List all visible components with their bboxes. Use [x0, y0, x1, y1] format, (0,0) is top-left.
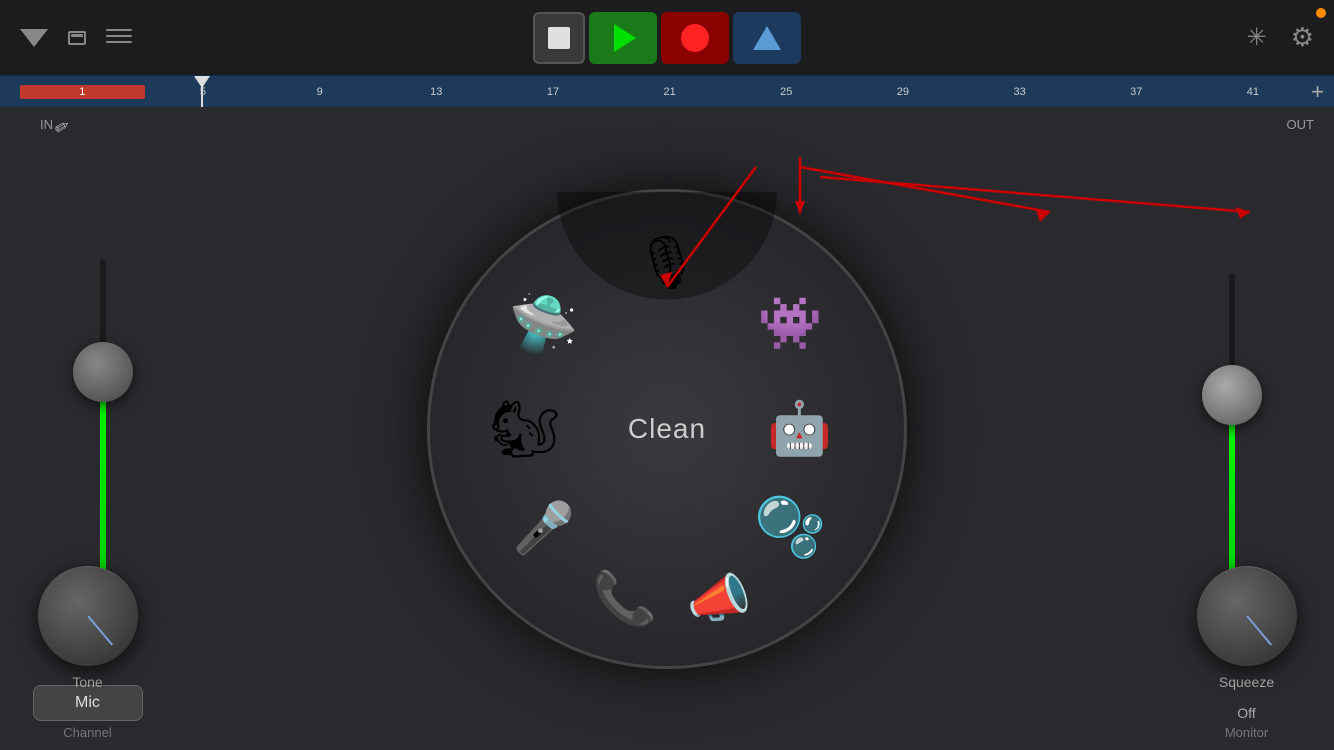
- stop-button[interactable]: [533, 12, 585, 64]
- toolbar: ✳ ⚙: [0, 0, 1334, 75]
- playhead[interactable]: [201, 76, 203, 107]
- timeline-marker-25: 25: [728, 86, 845, 98]
- squeeze-knob-indicator: [1246, 615, 1272, 645]
- tone-knob[interactable]: [38, 566, 138, 666]
- voice-monster[interactable]: 👾: [758, 298, 823, 350]
- monitor-label: Monitor: [1225, 725, 1268, 740]
- metronome-icon: [753, 26, 781, 50]
- left-panel: IN ✏ Tone Mic Channel: [0, 107, 175, 750]
- tone-knob-indicator: [87, 615, 113, 645]
- timeline-marker-29: 29: [845, 86, 962, 98]
- off-label: Off: [1237, 705, 1255, 721]
- voice-squirrel[interactable]: 🐿: [489, 401, 560, 457]
- out-fader-knob[interactable]: [1202, 365, 1262, 425]
- in-label: IN: [40, 117, 53, 132]
- timeline-marker-1: 1: [20, 85, 145, 99]
- voice-bubble[interactable]: 🫧: [754, 499, 826, 557]
- center-panel: Clean 🎙 🛸 👾 🐿 🤖 🎤 🫧 📞 📣: [175, 107, 1159, 750]
- add-track-button[interactable]: +: [1311, 79, 1324, 105]
- timeline-marker-17: 17: [495, 86, 612, 98]
- voice-microphone[interactable]: 🎙: [634, 237, 700, 289]
- toolbar-center: [533, 12, 801, 64]
- track-icon[interactable]: [68, 25, 86, 51]
- play-button[interactable]: [589, 12, 657, 64]
- gear-icon[interactable]: ⚙: [1291, 22, 1314, 53]
- timeline-marker-33: 33: [961, 86, 1078, 98]
- playhead-arrow: [194, 76, 210, 88]
- timeline: 1 5 9 13 17 21 25 29 33 37 41 +: [0, 75, 1334, 107]
- mic-button[interactable]: Mic: [33, 685, 143, 721]
- in-fader-knob[interactable]: [73, 342, 133, 402]
- timeline-bar[interactable]: 1 5 9 13 17 21 25 29 33 37 41: [20, 76, 1311, 107]
- timeline-numbers: 1 5 9 13 17 21 25 29 33 37 41: [20, 76, 1311, 107]
- voice-wheel-container: Clean 🎙 🛸 👾 🐿 🤖 🎤 🫧 📞 📣: [427, 189, 907, 669]
- timeline-marker-13: 13: [378, 86, 495, 98]
- timeline-marker-9: 9: [261, 86, 378, 98]
- toolbar-left: [20, 25, 132, 51]
- voice-telephone[interactable]: 📞: [592, 573, 657, 625]
- pen-icon[interactable]: ✏: [51, 115, 75, 141]
- squeeze-knob[interactable]: [1197, 566, 1297, 666]
- toolbar-right: ✳ ⚙: [1247, 22, 1314, 53]
- timeline-marker-21: 21: [611, 86, 728, 98]
- voice-ufo[interactable]: 🛸: [509, 296, 579, 352]
- clean-label: Clean: [628, 413, 706, 445]
- dial-icon[interactable]: ✳: [1247, 23, 1267, 52]
- stop-icon: [548, 27, 570, 49]
- channel-label: Channel: [63, 725, 111, 740]
- timeline-marker-41: 41: [1195, 86, 1312, 98]
- list-icon[interactable]: [106, 26, 132, 49]
- voice-wheel[interactable]: Clean 🎙 🛸 👾 🐿 🤖 🎤 🫧 📞 📣: [427, 189, 907, 669]
- metronome-button[interactable]: [733, 12, 801, 64]
- bottom-controls-left: Tone Mic Channel: [0, 685, 175, 750]
- main-content: IN ✏ Tone Mic Channel: [0, 107, 1334, 750]
- out-label: OUT: [1287, 117, 1314, 132]
- play-icon: [614, 24, 636, 52]
- dropdown-icon[interactable]: [20, 29, 48, 47]
- squeeze-label: Squeeze: [1219, 674, 1274, 690]
- orange-dot-indicator: [1316, 8, 1326, 18]
- record-icon: [681, 24, 709, 52]
- right-panel: OUT Squeeze Off Monitor: [1159, 107, 1334, 750]
- voice-microphone2[interactable]: 🎤: [513, 503, 575, 553]
- voice-megaphone[interactable]: 📣: [687, 573, 752, 625]
- voice-robot[interactable]: 🤖: [767, 403, 832, 455]
- timeline-marker-37: 37: [1078, 86, 1195, 98]
- record-button[interactable]: [661, 12, 729, 64]
- tone-label: Tone: [72, 674, 102, 690]
- bottom-controls-right: Squeeze Off Monitor: [1159, 705, 1334, 750]
